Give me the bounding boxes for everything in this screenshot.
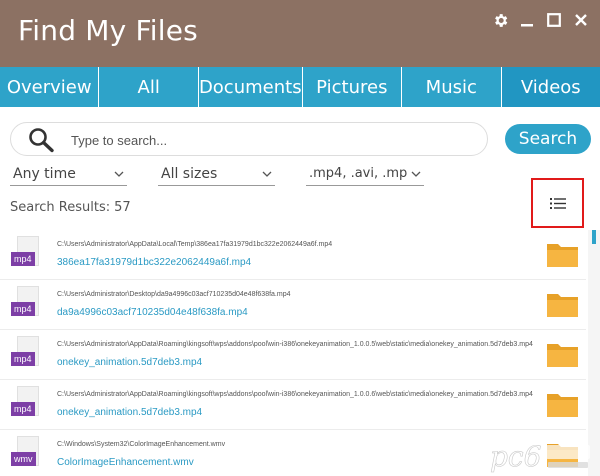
size-filter-dropdown[interactable]: All sizes	[158, 162, 275, 186]
file-path: C:\Windows\System32\ColorImageEnhancemen…	[57, 441, 226, 448]
results-count: 57	[114, 200, 131, 215]
search-input[interactable]	[71, 128, 471, 152]
search-button[interactable]: Search	[505, 124, 591, 154]
tab-music[interactable]: Music	[402, 67, 502, 107]
maximize-icon	[547, 13, 561, 27]
folder-icon[interactable]	[546, 291, 579, 318]
video-file-icon: mp4	[11, 286, 39, 322]
svg-text:pc6: pc6	[490, 440, 541, 473]
search-box	[10, 122, 488, 156]
chevron-down-icon	[411, 171, 421, 177]
video-file-icon: wmv	[11, 436, 39, 472]
close-button[interactable]	[572, 11, 590, 29]
folder-icon[interactable]	[546, 341, 579, 368]
tab-documents[interactable]: Documents	[199, 67, 303, 107]
list-view-button[interactable]	[531, 178, 584, 228]
video-file-icon: mp4	[11, 386, 39, 422]
video-file-icon: mp4	[11, 336, 39, 372]
size-filter-value: All sizes	[161, 165, 218, 182]
tab-videos[interactable]: Videos	[501, 67, 600, 107]
file-type-badge: mp4	[11, 252, 35, 266]
list-item[interactable]: mp4 C:\Users\Administrator\AppData\Roami…	[0, 380, 586, 430]
chevron-down-icon	[262, 171, 272, 177]
video-file-icon: mp4	[11, 236, 39, 272]
time-filter-value: Any time	[13, 165, 76, 182]
extension-filter-value: .mp4, .avi, .mpg, .m	[309, 166, 407, 181]
gear-icon	[494, 13, 507, 27]
list-item[interactable]: mp4 C:\Users\Administrator\Desktop\da9a4…	[0, 280, 586, 330]
file-type-badge: mp4	[11, 302, 35, 316]
chevron-down-icon	[114, 171, 124, 177]
settings-button[interactable]	[491, 11, 509, 29]
file-path: C:\Users\Administrator\AppData\Roaming\k…	[57, 341, 533, 348]
window-controls	[491, 11, 590, 29]
file-name-link[interactable]: ColorImageEnhancement.wmv	[57, 457, 194, 468]
list-view-icon	[549, 197, 566, 209]
file-path: C:\Users\Administrator\AppData\Roaming\k…	[57, 391, 533, 398]
extension-filter-dropdown[interactable]: .mp4, .avi, .mpg, .m	[306, 162, 424, 186]
time-filter-dropdown[interactable]: Any time	[10, 162, 127, 186]
file-name-link[interactable]: onekey_animation.5d7deb3.mp4	[57, 357, 202, 368]
file-path: C:\Users\Administrator\Desktop\da9a4996c…	[57, 291, 291, 298]
folder-icon[interactable]	[546, 391, 579, 418]
search-icon	[29, 128, 54, 153]
close-icon	[575, 14, 587, 26]
folder-icon[interactable]	[546, 241, 579, 268]
tab-all[interactable]: All	[99, 67, 199, 107]
maximize-button[interactable]	[545, 11, 563, 29]
file-type-badge: mp4	[11, 352, 35, 366]
minimize-button[interactable]	[518, 11, 536, 29]
file-type-badge: mp4	[11, 402, 35, 416]
app-title: Find My Files	[18, 14, 198, 47]
file-name-link[interactable]: onekey_animation.5d7deb3.mp4	[57, 407, 202, 418]
category-tabs: Overview All Documents Pictures Music Vi…	[0, 67, 600, 107]
file-name-link[interactable]: da9a4996c03acf710235d04e48f638fa.mp4	[57, 307, 248, 318]
minimize-icon	[521, 24, 533, 27]
watermark-logo: pc6	[490, 440, 590, 473]
results-summary: Search Results: 57	[10, 200, 131, 215]
file-path: C:\Users\Administrator\AppData\Local\Tem…	[57, 241, 333, 248]
file-name-link[interactable]: 386ea17fa31979d1bc322e2062449a6f.mp4	[57, 257, 251, 268]
results-label: Search Results:	[10, 200, 111, 215]
scrollbar-thumb[interactable]	[592, 230, 596, 244]
tab-pictures[interactable]: Pictures	[303, 67, 403, 107]
file-type-badge: wmv	[11, 452, 36, 466]
title-bar: Find My Files	[0, 0, 600, 67]
list-item[interactable]: mp4 C:\Users\Administrator\AppData\Local…	[0, 230, 586, 280]
tab-overview[interactable]: Overview	[0, 67, 100, 107]
list-item[interactable]: mp4 C:\Users\Administrator\AppData\Roami…	[0, 330, 586, 380]
